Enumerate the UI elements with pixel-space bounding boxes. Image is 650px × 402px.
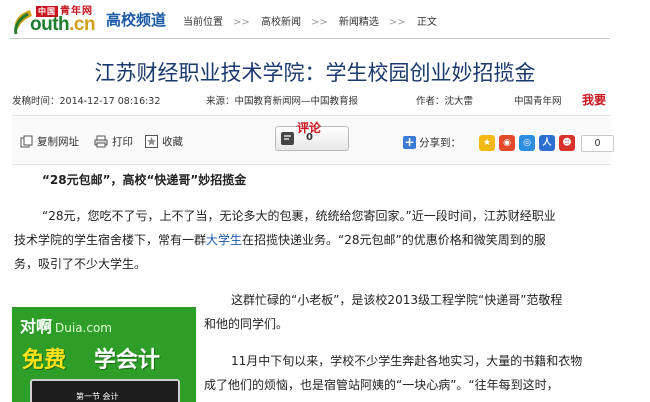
copy-url-label: 复制网址 [37, 136, 79, 148]
site-header: 中国 青年网 outh.cn 高校频道 当前位置 >> 高校新闻 >> 新闻精选 >> … [0, 0, 650, 40]
duia-ad-banner[interactable]: 对啊 Duia.com 免费 学会计 第一节 会计 [12, 307, 196, 402]
share-plus-icon: + [403, 135, 416, 149]
breadcrumb-current-position: 当前位置 [183, 17, 223, 28]
comment-link[interactable]: 我要 [582, 91, 606, 108]
article-toolbar: 复制网址 打印 收藏 0 评论 + 分享到： ★ ◉ ◎ 人 ☻ 0 [12, 115, 614, 165]
favorite-label: 收藏 [162, 136, 183, 148]
site-name[interactable]: 中国青年网 [514, 93, 562, 107]
paragraph-1-line-2-rest: 在招揽快递业务。“28元包邮”的优惠价格和微笑周到的服 [242, 233, 546, 247]
share-label: 分享到： [419, 137, 461, 149]
share-label-group[interactable]: + 分享到： [403, 135, 461, 150]
breadcrumb: 当前位置 >> 高校新闻 >> 新闻精选 >> 正文 [183, 17, 437, 28]
logo-en-text: outh.cn [30, 14, 96, 35]
tencent-weibo-share-icon[interactable]: ◎ [519, 135, 535, 151]
favorite-button[interactable]: 收藏 [145, 134, 183, 149]
paragraph-2-line-2: 和他的同学们。 [204, 317, 289, 331]
renren-share-icon[interactable]: 人 [539, 135, 555, 151]
ad-laptop-screen: 第一节 会计 [30, 379, 180, 402]
channel-title[interactable]: 高校频道 [106, 9, 166, 30]
article-title: 江苏财经职业技术学院：学生校园创业妙招揽金 [94, 61, 536, 85]
paragraph-1-line-2-text: 技术学院的学生宿舍楼下，常有一群 [14, 233, 207, 247]
ad-free-text: 免费 [22, 348, 67, 373]
copy-icon [20, 135, 33, 148]
print-label: 打印 [112, 136, 133, 148]
breadcrumb-campus-news[interactable]: 高校新闻 [261, 17, 301, 28]
weibo-share-icon[interactable]: ◉ [499, 135, 515, 151]
ad-screen-text: 第一节 会计 [76, 392, 119, 401]
share-icons: ★ ◉ ◎ 人 ☻ [479, 135, 575, 151]
printer-icon [94, 135, 108, 148]
comment-icon [281, 132, 294, 145]
site-logo[interactable]: 中国 青年网 outh.cn [10, 2, 98, 36]
paragraph-1-line-3: 务，吸引了不少大学生。 [14, 257, 147, 271]
publish-time: 发稿时间：2014-12-17 08:16:32 [12, 96, 161, 107]
college-student-link[interactable]: 大学生 [206, 233, 242, 247]
article-author: 作者：沈大雷 [416, 96, 474, 107]
copy-url-button[interactable]: 复制网址 [20, 134, 79, 149]
kaixin-share-icon[interactable]: ☻ [559, 135, 575, 151]
article-source: 来源：中国教育新闻网—中国教育报 [206, 96, 359, 107]
paragraph-2-line-1: 这群忙碌的“小老板”，是该校2013级工程学院“快递哥”范敬程 [231, 293, 563, 307]
print-button[interactable]: 打印 [94, 134, 133, 149]
breadcrumb-article: 正文 [416, 17, 437, 28]
header-divider [10, 38, 610, 39]
article-subtitle: “28元包邮”，高校“快递哥”妙招揽金 [42, 173, 247, 187]
ad-brand: 对啊 Duia.com [20, 317, 112, 336]
comment-label[interactable]: 评论 [297, 119, 321, 136]
share-count: 0 [581, 135, 614, 152]
paragraph-1-line-2: 技术学院的学生宿舍楼下，常有一群大学生在招揽快递业务。“28元包邮”的优惠价格和… [14, 228, 546, 253]
qzone-share-icon[interactable]: ★ [479, 135, 495, 151]
paragraph-3-line-2: 成了他们的烦恼，也是宿管站阿姨的“一块心病”。“往年每到这时， [204, 378, 559, 392]
ad-learn-accounting-text: 学会计 [94, 348, 161, 373]
paragraph-3-line-1: 11月中下旬以来，学校不少学生奔赴各地实习，大量的书籍和衣物 [231, 354, 583, 368]
star-icon [145, 135, 158, 148]
paragraph-1-line-1: “28元，您吃不了亏，上不了当，无论多大的包裹，统统给您寄回家。”近一段时间，江… [42, 209, 556, 223]
breadcrumb-news-selection[interactable]: 新闻精选 [339, 17, 379, 28]
